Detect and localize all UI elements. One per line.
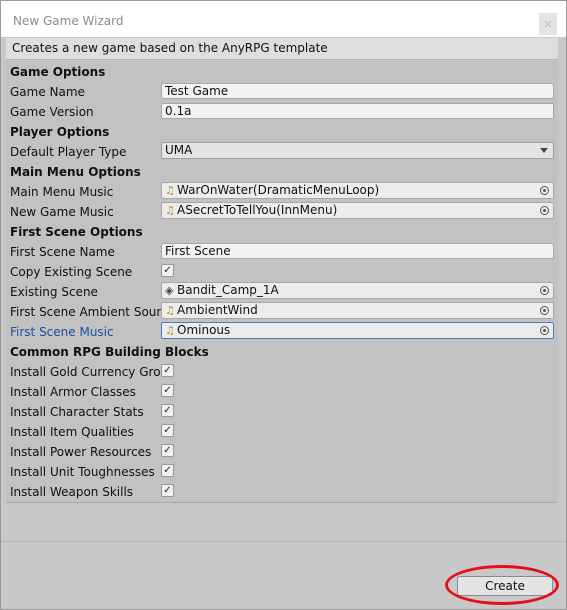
audio-clip-icon: ♫ bbox=[165, 204, 175, 217]
section-first-scene-options: First Scene Options bbox=[10, 225, 143, 239]
existing-scene-field[interactable]: ◈ Bandit_Camp_1A bbox=[161, 282, 554, 299]
game-version-input[interactable]: 0.1a bbox=[161, 103, 554, 119]
first-scene-ambient-sound-value: AmbientWind bbox=[177, 303, 258, 317]
install-power-resources-label: Install Power Resources bbox=[10, 445, 152, 459]
new-game-music-label: New Game Music bbox=[10, 205, 114, 219]
existing-scene-label: Existing Scene bbox=[10, 285, 98, 299]
install-armor-classes-label: Install Armor Classes bbox=[10, 385, 136, 399]
main-menu-music-value: WarOnWater(DramaticMenuLoop) bbox=[177, 183, 380, 197]
audio-clip-icon: ♫ bbox=[165, 304, 175, 317]
chevron-down-icon bbox=[540, 148, 548, 153]
object-picker-icon[interactable] bbox=[540, 326, 549, 335]
install-item-qualities-label: Install Item Qualities bbox=[10, 425, 134, 439]
new-game-music-field[interactable]: ♫ ASecretToTellYou(InnMenu) bbox=[161, 202, 554, 219]
main-menu-music-field[interactable]: ♫ WarOnWater(DramaticMenuLoop) bbox=[161, 182, 554, 199]
object-picker-icon[interactable] bbox=[540, 286, 549, 295]
first-scene-music-value: Ominous bbox=[177, 323, 231, 337]
object-picker-icon[interactable] bbox=[540, 186, 549, 195]
install-armor-classes-checkbox[interactable]: ✓ bbox=[161, 384, 174, 397]
new-game-music-value: ASecretToTellYou(InnMenu) bbox=[177, 203, 338, 217]
first-scene-ambient-sound-label: First Scene Ambient Sounds bbox=[10, 305, 162, 319]
install-power-resources-checkbox[interactable]: ✓ bbox=[161, 444, 174, 457]
first-scene-ambient-sound-field[interactable]: ♫ AmbientWind bbox=[161, 302, 554, 319]
footer-divider bbox=[6, 502, 558, 503]
object-picker-icon[interactable] bbox=[540, 206, 549, 215]
first-scene-music-field[interactable]: ♫ Ominous bbox=[161, 322, 554, 339]
wizard-description: Creates a new game based on the AnyRPG t… bbox=[12, 41, 328, 55]
install-gold-currency-group-checkbox[interactable]: ✓ bbox=[161, 364, 174, 377]
default-player-type-dropdown[interactable]: UMA bbox=[161, 142, 554, 159]
title-bar[interactable]: New Game Wizard × bbox=[1, 1, 566, 37]
wizard-description-bar: Creates a new game based on the AnyRPG t… bbox=[6, 38, 558, 60]
create-button-highlight bbox=[445, 565, 559, 605]
section-building-blocks: Common RPG Building Blocks bbox=[10, 345, 209, 359]
install-item-qualities-checkbox[interactable]: ✓ bbox=[161, 424, 174, 437]
section-main-menu-options: Main Menu Options bbox=[10, 165, 141, 179]
window-title: New Game Wizard bbox=[13, 14, 124, 28]
first-scene-name-input[interactable]: First Scene bbox=[161, 243, 554, 259]
audio-clip-icon: ♫ bbox=[165, 184, 175, 197]
default-player-type-value: UMA bbox=[165, 143, 193, 157]
existing-scene-value: Bandit_Camp_1A bbox=[177, 283, 279, 297]
install-weapon-skills-checkbox[interactable]: ✓ bbox=[161, 484, 174, 497]
section-player-options: Player Options bbox=[10, 125, 110, 139]
game-name-input[interactable]: Test Game bbox=[161, 83, 554, 99]
default-player-type-label: Default Player Type bbox=[10, 145, 127, 159]
install-unit-toughnesses-checkbox[interactable]: ✓ bbox=[161, 464, 174, 477]
install-unit-toughnesses-label: Install Unit Toughnesses bbox=[10, 465, 155, 479]
game-name-label: Game Name bbox=[10, 85, 85, 99]
install-gold-currency-group-label: Install Gold Currency Group bbox=[10, 365, 162, 379]
object-picker-icon[interactable] bbox=[540, 306, 549, 315]
install-character-stats-label: Install Character Stats bbox=[10, 405, 144, 419]
install-character-stats-checkbox[interactable]: ✓ bbox=[161, 404, 174, 417]
wizard-form: Game Options Game Name Test Game Game Ve… bbox=[6, 61, 558, 502]
first-scene-music-label: First Scene Music bbox=[10, 325, 114, 339]
main-menu-music-label: Main Menu Music bbox=[10, 185, 114, 199]
footer-strip-divider bbox=[1, 541, 566, 542]
close-button[interactable]: × bbox=[539, 13, 557, 35]
first-scene-name-label: First Scene Name bbox=[10, 245, 115, 259]
section-game-options: Game Options bbox=[10, 65, 106, 79]
copy-existing-scene-label: Copy Existing Scene bbox=[10, 265, 133, 279]
copy-existing-scene-checkbox[interactable]: ✓ bbox=[161, 264, 174, 277]
install-weapon-skills-label: Install Weapon Skills bbox=[10, 485, 134, 499]
new-game-wizard-window: New Game Wizard × Creates a new game bas… bbox=[0, 0, 567, 610]
scene-asset-icon: ◈ bbox=[165, 284, 174, 297]
audio-clip-icon: ♫ bbox=[165, 324, 175, 337]
game-version-label: Game Version bbox=[10, 105, 94, 119]
